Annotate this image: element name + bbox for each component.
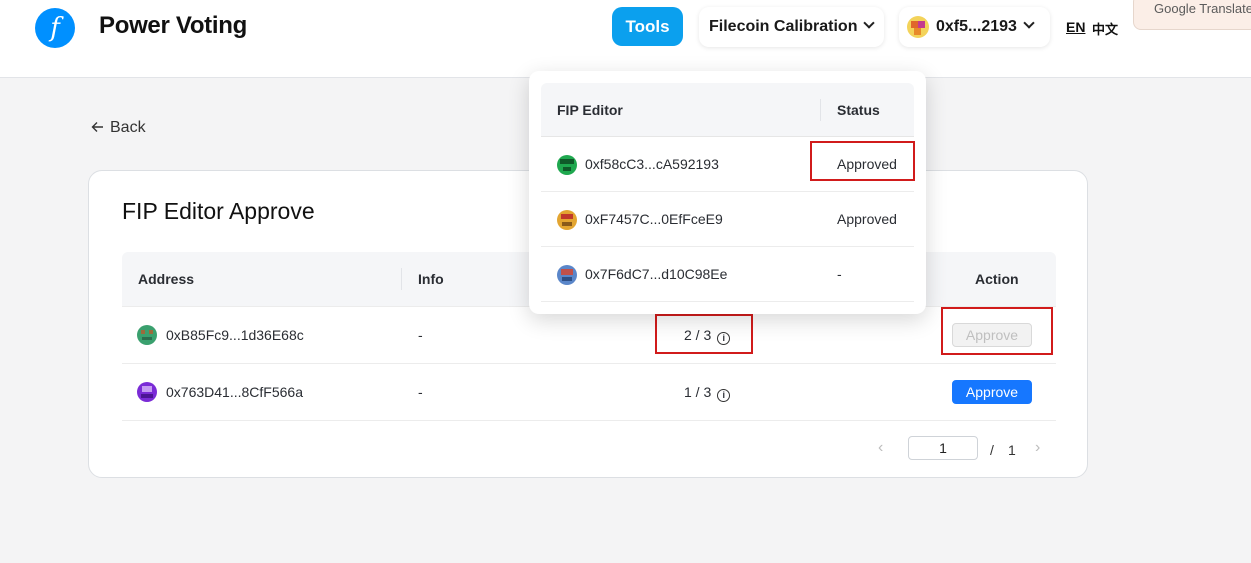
language-en[interactable]: EN — [1066, 19, 1085, 35]
chevron-left-icon[interactable]: ‹ — [878, 439, 883, 457]
avatar — [557, 210, 577, 230]
popover-row: 0x7F6dC7...d10C98Ee - — [541, 247, 914, 302]
avatar — [137, 325, 157, 345]
row-votes: 1 / 3 i — [684, 364, 731, 421]
row-address: 0xB85Fc9...1d36E68c — [166, 327, 304, 343]
column-divider — [401, 268, 402, 290]
column-status: Status — [837, 102, 880, 118]
wallet-selector[interactable]: 0xf5...2193 — [899, 7, 1050, 47]
filecoin-logo-icon[interactable]: f — [35, 8, 75, 48]
editor-address: 0xf58cC3...cA592193 — [585, 156, 719, 172]
highlight-status — [810, 141, 915, 181]
column-action: Action — [975, 271, 1019, 287]
column-address: Address — [138, 271, 195, 287]
info-icon[interactable]: i — [717, 389, 731, 402]
arrow-left-icon — [91, 122, 103, 132]
editor-status: - — [837, 266, 842, 282]
popover-header: FIP Editor Status — [541, 83, 914, 137]
page-number-input[interactable]: 1 — [908, 436, 978, 460]
wallet-avatar — [907, 16, 929, 38]
avatar — [137, 382, 157, 402]
row-info: - — [418, 327, 423, 343]
page-total: 1 — [1008, 442, 1016, 458]
row-info: - — [418, 384, 423, 400]
brand-title[interactable]: Power Voting — [99, 12, 247, 40]
language-zh[interactable]: 中文 — [1092, 19, 1118, 38]
table-row: 0x763D41...8CfF566a - 1 / 3 i Approve — [122, 364, 1056, 421]
votes-count: 1 / 3 — [684, 384, 712, 400]
avatar — [557, 265, 577, 285]
page-title: FIP Editor Approve — [122, 198, 315, 224]
back-link[interactable]: Back — [91, 119, 146, 137]
approve-button[interactable]: Approve — [952, 380, 1032, 404]
chevron-down-icon — [863, 17, 876, 29]
google-translate-badge[interactable]: Google Translate — [1133, 0, 1251, 30]
page-separator: / — [990, 442, 994, 458]
fip-editor-status-popover: FIP Editor Status 0xf58cC3...cA592193 Ap… — [529, 71, 926, 314]
editor-status: Approved — [837, 211, 897, 227]
popover-row: 0xF7457C...0EfFceE9 Approved — [541, 192, 914, 247]
column-fip-editor: FIP Editor — [557, 102, 623, 118]
editor-address: 0x7F6dC7...d10C98Ee — [585, 266, 728, 282]
tools-button[interactable]: Tools — [612, 7, 683, 46]
chevron-right-icon[interactable]: › — [1035, 439, 1040, 457]
chevron-down-icon — [1023, 17, 1035, 29]
wallet-address: 0xf5...2193 — [936, 18, 1017, 35]
top-header: f Power Voting Tools Filecoin Calibratio… — [0, 0, 1251, 78]
editor-address: 0xF7457C...0EfFceE9 — [585, 211, 723, 227]
table-row: 0xB85Fc9...1d36E68c - 2 / 3i Approve — [122, 307, 1056, 364]
highlight-votes — [655, 314, 753, 354]
row-address: 0x763D41...8CfF566a — [166, 384, 303, 400]
back-label: Back — [110, 119, 146, 136]
column-divider — [820, 99, 821, 121]
network-label: Filecoin Calibration — [709, 18, 858, 35]
network-selector[interactable]: Filecoin Calibration — [699, 7, 884, 47]
avatar — [557, 155, 577, 175]
column-info: Info — [418, 271, 444, 287]
highlight-approve — [941, 307, 1053, 355]
